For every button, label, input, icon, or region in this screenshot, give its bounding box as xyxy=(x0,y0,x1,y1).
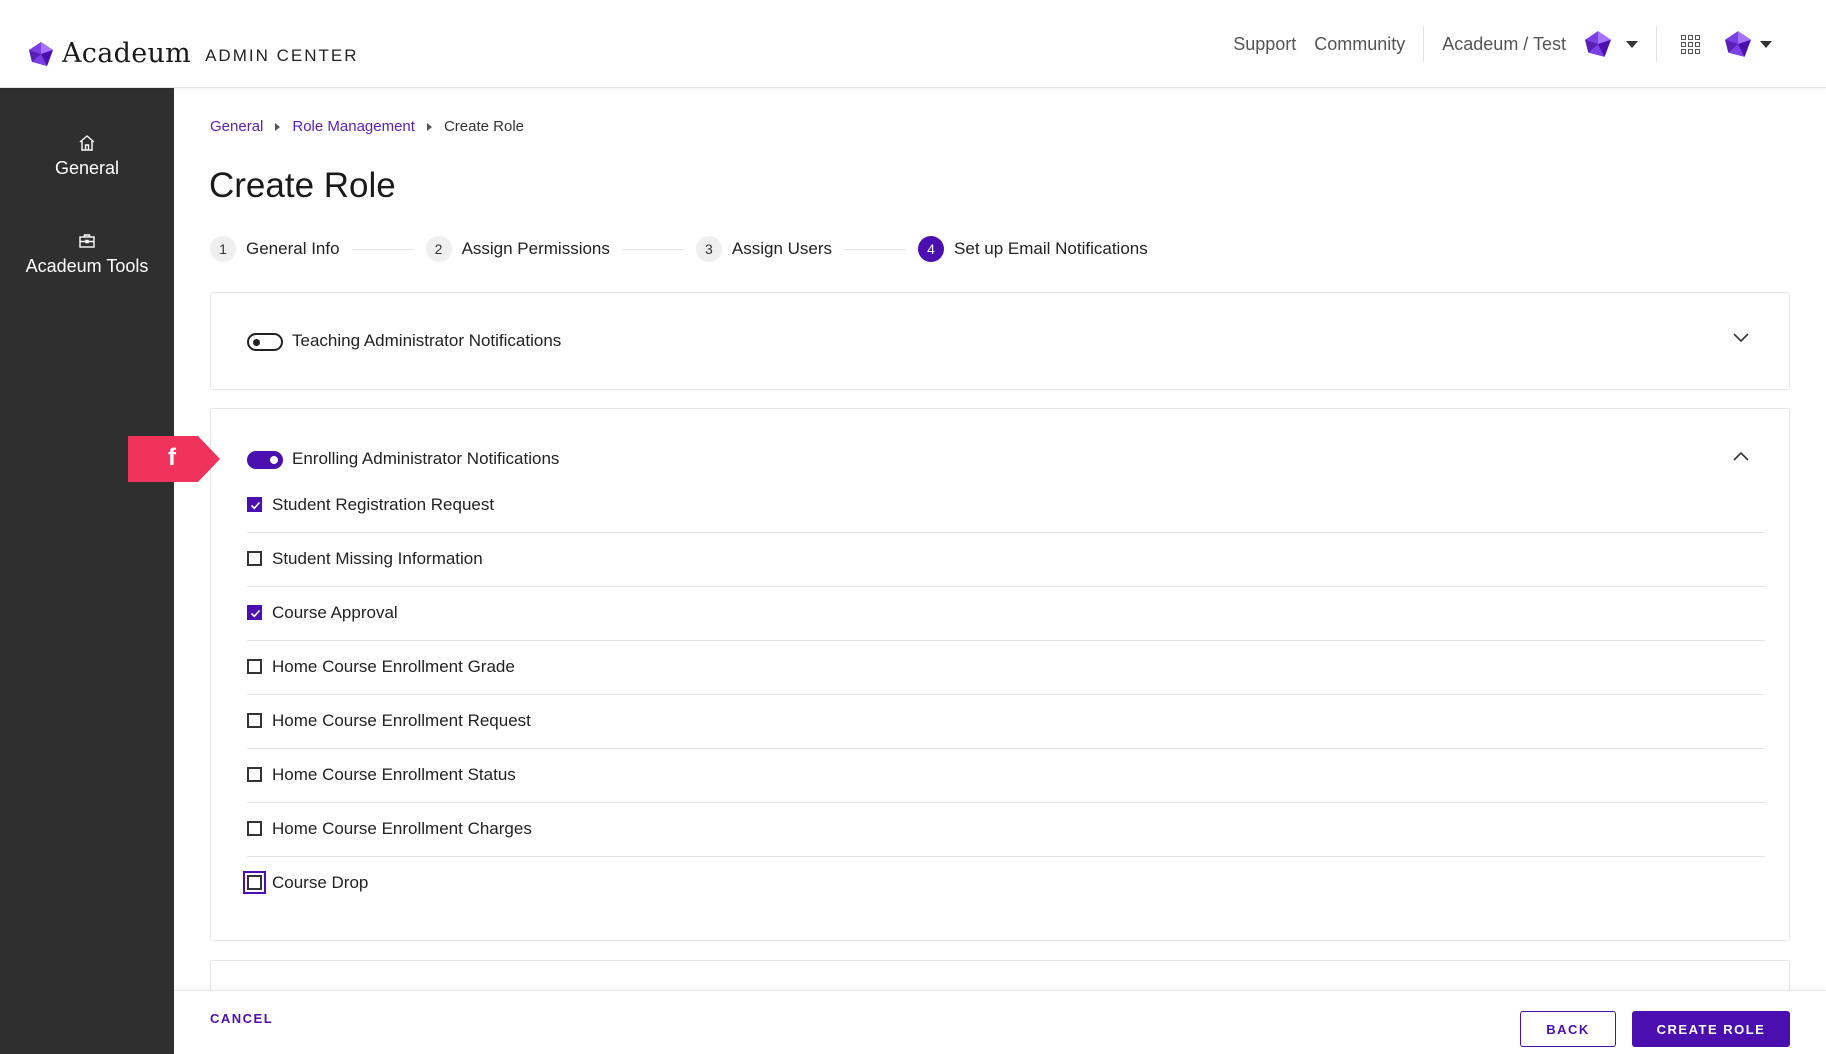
nav-divider xyxy=(1423,26,1425,62)
breadcrumb-current: Create Role xyxy=(443,118,524,135)
enrolling-admin-notifications-section: Enrolling Administrator Notifications St… xyxy=(210,408,1790,941)
check-icon xyxy=(250,501,261,510)
option-home-course-enrollment-grade[interactable]: Home Course Enrollment Grade xyxy=(247,641,1765,695)
sidebar: General Acadeum Tools xyxy=(0,88,174,1054)
chevron-right-icon xyxy=(275,122,281,131)
community-link[interactable]: Community xyxy=(1314,34,1405,55)
breadcrumb: General Role Management Create Role xyxy=(210,118,524,135)
checkbox[interactable] xyxy=(247,713,262,728)
checkbox[interactable] xyxy=(247,659,262,674)
chevron-down-icon xyxy=(1626,40,1638,48)
option-label: Home Course Enrollment Request xyxy=(272,711,531,730)
institution-name: Acadeum / Test xyxy=(1442,33,1566,54)
institution-gem-icon xyxy=(1585,31,1611,57)
checkbox-checked[interactable] xyxy=(247,605,262,620)
toggle-knob xyxy=(253,339,260,346)
toolbox-icon xyxy=(79,234,95,248)
cancel-button[interactable]: CANCEL xyxy=(210,1011,273,1026)
app-grid-icon[interactable] xyxy=(1681,34,1700,54)
sidebar-item-label: General xyxy=(54,158,120,178)
option-home-course-enrollment-request[interactable]: Home Course Enrollment Request xyxy=(247,695,1765,749)
step-assign-users[interactable]: 3 Assign Users xyxy=(695,236,833,262)
checkbox[interactable] xyxy=(247,551,262,566)
step-assign-permissions[interactable]: 2 Assign Permissions xyxy=(425,236,610,262)
section-title: Enrolling Administrator Notifications xyxy=(292,449,560,468)
support-link[interactable]: Support xyxy=(1233,34,1296,55)
nav-divider xyxy=(1656,26,1657,62)
chevron-down-icon xyxy=(1760,40,1772,48)
step-label: Set up Email Notifications xyxy=(954,239,1148,258)
checkbox[interactable] xyxy=(243,871,266,894)
step-general-info[interactable]: 1 General Info xyxy=(210,236,340,262)
option-student-missing-information[interactable]: Student Missing Information xyxy=(247,533,1765,587)
footer-actions: CANCEL BACK CREATE ROLE xyxy=(174,990,1826,1054)
option-course-drop[interactable]: Course Drop xyxy=(243,857,1765,911)
checkbox[interactable] xyxy=(247,767,262,782)
option-label: Home Course Enrollment Status xyxy=(272,765,516,784)
chevron-down-icon[interactable] xyxy=(1733,333,1749,343)
stepper: 1 General Info 2 Assign Permissions 3 As… xyxy=(210,234,1148,264)
institution-switcher[interactable] xyxy=(1584,30,1638,58)
option-home-course-enrollment-status[interactable]: Home Course Enrollment Status xyxy=(247,749,1765,803)
top-nav: Support Community Acadeum / Test xyxy=(1233,0,1826,88)
sidebar-item-general[interactable]: General xyxy=(0,134,174,179)
step-number: 4 xyxy=(918,236,945,262)
option-label: Course Drop xyxy=(272,873,369,892)
option-label: Course Approval xyxy=(272,603,398,622)
page-title: Create Role xyxy=(209,166,396,205)
sidebar-item-label: Acadeum Tools xyxy=(25,256,149,276)
acadeum-logo[interactable]: Acadeum ADMIN CENTER xyxy=(28,38,358,69)
create-role-button[interactable]: CREATE ROLE xyxy=(1632,1011,1790,1047)
step-number: 2 xyxy=(425,236,452,262)
home-icon xyxy=(79,135,95,151)
step-label: General Info xyxy=(246,239,340,258)
step-number: 3 xyxy=(695,236,722,262)
teaching-admin-notifications-section: Teaching Administrator Notifications xyxy=(210,292,1790,390)
breadcrumb-general[interactable]: General xyxy=(210,118,263,135)
user-menu[interactable] xyxy=(1724,30,1772,58)
back-button[interactable]: BACK xyxy=(1520,1011,1616,1047)
chevron-up-icon[interactable] xyxy=(1733,451,1749,461)
step-label: Assign Users xyxy=(731,239,833,258)
chevron-right-icon xyxy=(426,122,432,131)
brand-name: Acadeum xyxy=(62,38,192,69)
callout-label: f xyxy=(168,444,176,471)
option-student-registration-request[interactable]: Student Registration Request xyxy=(247,479,1765,533)
toggle-knob xyxy=(270,456,278,464)
brand-subtitle: ADMIN CENTER xyxy=(205,45,359,65)
user-avatar-icon xyxy=(1725,31,1751,57)
step-connector xyxy=(844,248,907,250)
step-number: 1 xyxy=(210,236,236,262)
teaching-admin-toggle[interactable] xyxy=(247,333,283,351)
acadeum-gem-icon xyxy=(29,41,53,66)
sidebar-item-acadeum-tools[interactable]: Acadeum Tools xyxy=(0,232,174,277)
top-header: Acadeum ADMIN CENTER Support Community A… xyxy=(0,0,1826,88)
step-label: Assign Permissions xyxy=(461,239,610,258)
checkbox[interactable] xyxy=(247,821,262,836)
option-home-course-enrollment-charges[interactable]: Home Course Enrollment Charges xyxy=(247,803,1765,857)
checkbox-checked[interactable] xyxy=(247,497,262,512)
step-connector xyxy=(351,248,414,250)
step-connector xyxy=(621,248,684,250)
option-label: Student Missing Information xyxy=(272,549,483,568)
check-icon xyxy=(250,609,261,618)
option-label: Home Course Enrollment Grade xyxy=(272,657,515,676)
option-label: Student Registration Request xyxy=(272,495,495,514)
option-label: Home Course Enrollment Charges xyxy=(272,819,532,838)
step-email-notifications[interactable]: 4 Set up Email Notifications xyxy=(918,236,1148,262)
option-course-approval[interactable]: Course Approval xyxy=(247,587,1765,641)
section-title: Teaching Administrator Notifications xyxy=(292,331,562,350)
step-callout-marker: f xyxy=(128,436,220,482)
enrolling-admin-toggle[interactable] xyxy=(247,451,283,469)
main-content: General Role Management Create Role Crea… xyxy=(174,88,1826,1054)
breadcrumb-role-management[interactable]: Role Management xyxy=(292,118,415,135)
